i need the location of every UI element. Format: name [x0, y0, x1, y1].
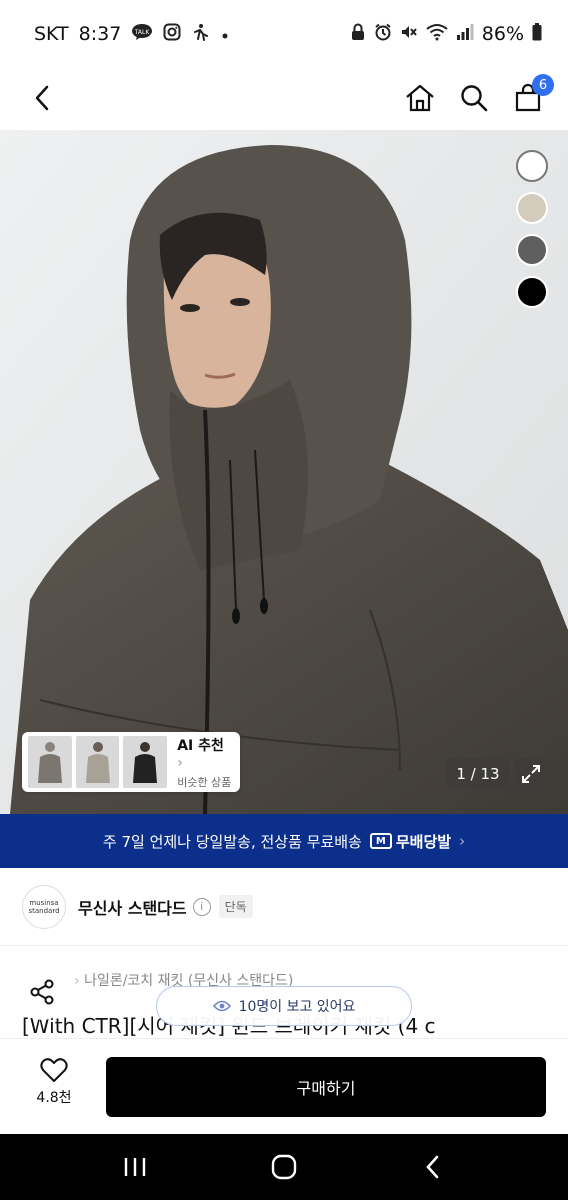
wifi-icon [426, 23, 448, 45]
ai-recommend-card[interactable]: AI 추천 › 비슷한 상품 [22, 732, 240, 792]
home-icon [406, 84, 434, 112]
like-count: 4.8천 [36, 1090, 72, 1106]
swatch-black[interactable] [516, 276, 548, 308]
chevron-right-icon: › [177, 754, 183, 771]
recent-apps-icon [124, 1158, 145, 1176]
like-button[interactable]: 4.8천 [24, 1057, 84, 1117]
ai-title: AI 추천 › [177, 737, 224, 771]
free-shipping-logo: M 무배당발 [369, 831, 451, 852]
back-button[interactable] [24, 80, 60, 116]
dot-icon [221, 25, 229, 44]
status-bar: SKT 8:37 TALK 86% [0, 0, 568, 68]
carrier-label: SKT [34, 23, 69, 45]
brand-name[interactable]: 무신사 스탠다드 [78, 895, 187, 919]
info-icon[interactable]: i [192, 897, 211, 916]
search-icon [461, 85, 488, 112]
buy-button[interactable]: 구매하기 [106, 1057, 546, 1117]
image-counter: 1 / 13 [446, 758, 510, 790]
clock: 8:37 [78, 23, 122, 45]
exclusive-badge: 단독 [218, 895, 253, 918]
home-circle-icon [271, 1154, 297, 1180]
svg-text:TALK: TALK [134, 29, 151, 36]
product-photo [0, 130, 568, 814]
ai-thumb-2 [75, 736, 120, 788]
cart-button[interactable]: 6 [510, 74, 554, 116]
talk-icon: TALK [131, 23, 153, 45]
brand-row[interactable]: musinsa standard 무신사 스탠다드 i 단독 [0, 868, 568, 946]
product-image-carousel[interactable]: AI 추천 › 비슷한 상품 1 / 13 [0, 130, 568, 814]
signal-icon [456, 23, 474, 45]
search-button[interactable] [456, 80, 492, 116]
instagram-icon [163, 23, 181, 45]
swatch-gray[interactable] [516, 234, 548, 266]
swatch-white[interactable] [516, 150, 548, 182]
ai-thumb-1 [28, 736, 72, 788]
heart-icon [40, 1058, 68, 1082]
activity-icon [191, 23, 211, 45]
ai-thumb-3 [123, 736, 168, 788]
bottom-action-bar: 4.8천 구매하기 [0, 1038, 568, 1134]
home-system-button[interactable] [264, 1147, 304, 1187]
battery-icon [532, 23, 542, 45]
system-navigation-bar [0, 1134, 568, 1200]
color-swatches [516, 150, 548, 308]
chevron-right-icon: › [74, 973, 80, 989]
back-system-button[interactable] [413, 1147, 453, 1187]
truck-icon: M [369, 833, 392, 849]
shipping-text: 주 7일 언제나 당일발송, 전상품 무료배송 [102, 832, 362, 851]
share-button[interactable] [14, 964, 70, 1020]
top-nav: 6 [0, 68, 568, 130]
cart-count-badge: 6 [532, 74, 554, 96]
shipping-banner[interactable]: 주 7일 언제나 당일발송, 전상품 무료배송 M 무배당발 › [0, 814, 568, 868]
alarm-icon [374, 23, 392, 45]
recent-apps-button[interactable] [115, 1147, 155, 1187]
expand-icon [522, 765, 540, 783]
back-chevron-icon [426, 1155, 439, 1179]
swatch-beige[interactable] [516, 192, 548, 224]
fullscreen-button[interactable] [514, 758, 548, 790]
ai-subtitle: 비슷한 상품 [177, 775, 232, 789]
share-icon [30, 979, 54, 1005]
battery-level: 86% [481, 23, 524, 45]
chevron-right-icon: › [459, 832, 466, 850]
home-button[interactable] [402, 80, 438, 116]
brand-logo: musinsa standard [22, 884, 66, 929]
mute-icon [400, 23, 418, 45]
back-icon [35, 85, 49, 111]
eye-icon [212, 1000, 231, 1012]
viewers-pill: 10명이 보고 있어요 [156, 986, 412, 1026]
lock-icon [350, 23, 366, 45]
